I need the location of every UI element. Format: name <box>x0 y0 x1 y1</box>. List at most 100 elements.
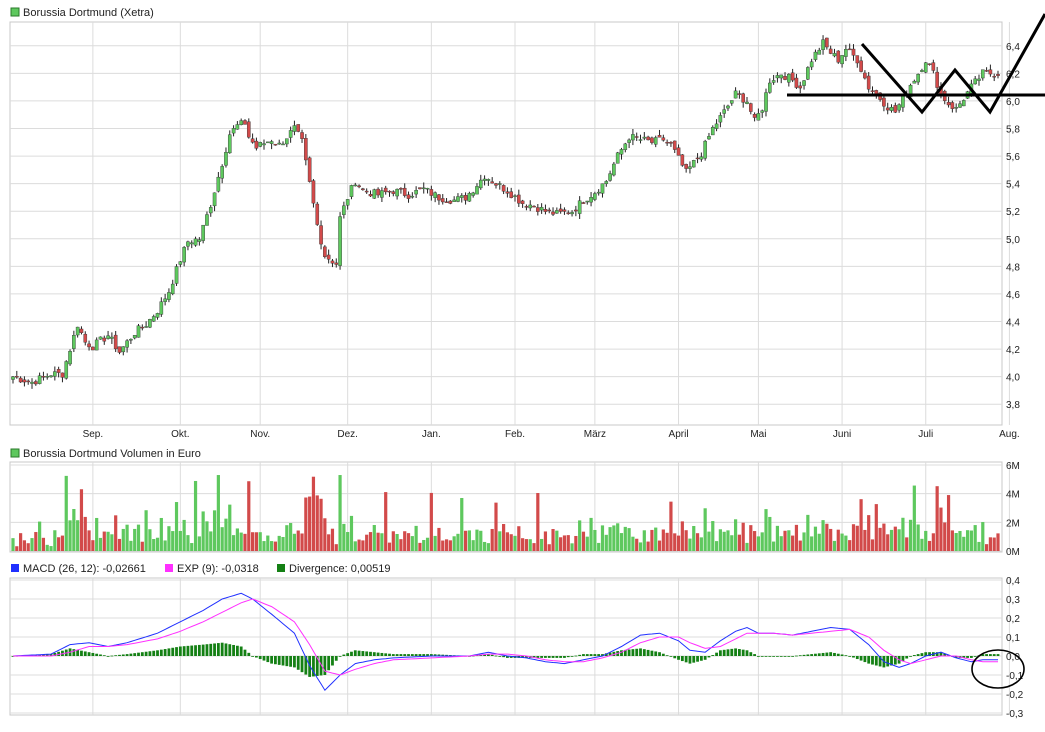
volume-bar <box>958 530 962 551</box>
candle-body <box>155 313 160 318</box>
candle-body <box>364 190 369 193</box>
volume-bar <box>273 541 278 551</box>
divergence-bar <box>779 656 783 657</box>
candle-body <box>703 140 707 159</box>
volume-bar <box>460 497 464 551</box>
candle-body <box>912 80 917 84</box>
volume-bar <box>543 531 548 551</box>
volume-bar <box>330 528 335 551</box>
price-legend-swatch <box>10 7 20 17</box>
volume-bar <box>924 530 928 551</box>
candle-body <box>296 124 301 132</box>
divergence-bar <box>916 654 920 656</box>
price-grid <box>10 22 1010 425</box>
volume-bar <box>536 493 540 551</box>
volume-bar <box>323 518 327 551</box>
divergence-bar <box>806 654 810 656</box>
candle-body <box>543 209 548 212</box>
candle-body <box>809 61 814 68</box>
candle-body <box>45 376 50 378</box>
volume-bar <box>616 523 620 551</box>
candle-body <box>437 194 441 201</box>
volume-bar <box>627 528 631 551</box>
volume-bar <box>684 530 688 551</box>
divergence-bar <box>973 656 977 657</box>
candle-body <box>285 138 289 145</box>
volume-bar <box>425 537 430 551</box>
divergence-bar <box>281 656 285 666</box>
candle-body <box>745 101 749 104</box>
volume-bar <box>319 498 323 551</box>
divergence-bar <box>171 647 175 656</box>
volume-bar <box>102 531 106 551</box>
price-tick-label: 5,2 <box>1006 207 1020 218</box>
candle-body <box>307 157 312 182</box>
volume-bar <box>886 534 890 551</box>
volume-bar <box>190 543 194 551</box>
divergence-bar <box>563 656 566 658</box>
volume-bar <box>250 532 255 551</box>
candle-body <box>163 298 167 302</box>
volume-bar <box>136 524 141 551</box>
divergence-bar <box>144 651 148 656</box>
candle-body <box>471 192 475 196</box>
volume-bar <box>992 537 996 551</box>
divergence-bar <box>726 649 730 656</box>
volume-bar <box>270 541 274 551</box>
volume-bar <box>444 539 449 551</box>
candle-body <box>387 190 392 193</box>
volume-bar <box>505 532 510 551</box>
divergence-bar <box>418 654 422 656</box>
divergence-bar <box>776 656 779 657</box>
volume-bar <box>733 519 738 551</box>
divergence-bar <box>795 655 798 657</box>
candle-body <box>159 301 164 315</box>
volume-bar <box>798 540 802 551</box>
candle-body <box>946 102 951 106</box>
divergence-bar <box>380 652 384 656</box>
volume-bar <box>231 535 236 551</box>
volume-bar <box>589 517 593 551</box>
volume-bar <box>174 502 179 551</box>
volume-bar <box>977 541 981 551</box>
volume-bar <box>456 533 460 551</box>
price-tick-label: 6,0 <box>1006 97 1020 108</box>
candle-body <box>612 163 616 176</box>
candle-body <box>570 212 574 215</box>
candle-body <box>988 69 993 75</box>
price-tick-label: 4,8 <box>1006 262 1020 273</box>
month-label: Juni <box>833 429 851 440</box>
divergence-bar <box>859 656 863 661</box>
volume-bar <box>840 533 844 551</box>
volume-bar <box>353 541 357 551</box>
divergence-bar <box>80 650 83 656</box>
volume-bar <box>642 530 646 551</box>
divergence-bar <box>494 655 498 657</box>
divergence-bar <box>969 656 973 658</box>
volume-bar <box>285 525 289 551</box>
candle-body <box>372 189 377 199</box>
candle-body <box>577 200 582 214</box>
volume-bar <box>129 540 133 551</box>
volume-bar <box>448 540 452 551</box>
candle-body <box>342 205 346 215</box>
candle-body <box>68 351 72 365</box>
candle-body <box>300 132 304 139</box>
divergence-bar <box>182 646 186 656</box>
volume-bar <box>574 535 578 551</box>
divergence-bar <box>323 656 327 675</box>
divergence-bar <box>715 652 718 656</box>
candle-body <box>395 188 399 197</box>
candle-body <box>619 149 624 155</box>
divergence-bar <box>254 656 258 658</box>
candle-body <box>771 80 776 83</box>
volume-bar <box>570 543 574 551</box>
divergence-bar <box>745 650 749 656</box>
month-label: Jan. <box>422 429 441 440</box>
volume-bar <box>718 529 722 551</box>
candle-body <box>847 48 852 51</box>
divergence-bar <box>399 654 403 656</box>
candle-body <box>855 55 860 64</box>
volume-bar <box>813 526 818 551</box>
divergence-bar <box>156 650 159 656</box>
